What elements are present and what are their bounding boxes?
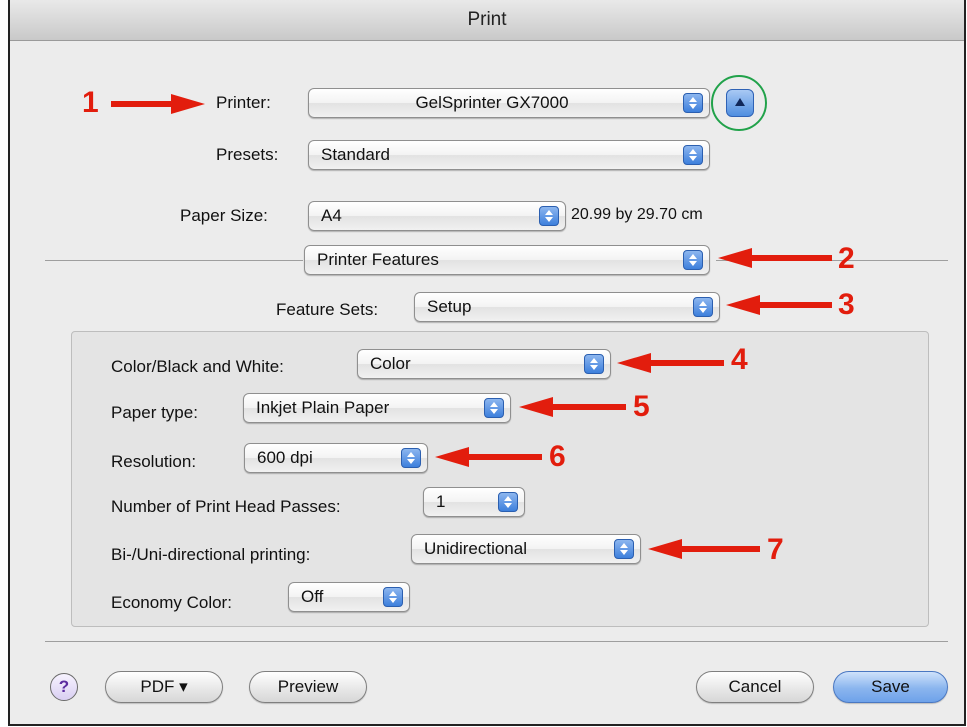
annotation-number-5: 5 — [633, 390, 650, 423]
annotation-number-3: 3 — [838, 288, 855, 321]
arrow-2-icon — [718, 248, 832, 268]
arrow-7-icon — [648, 539, 760, 559]
arrow-4-icon — [617, 353, 724, 373]
annotation-number-7: 7 — [767, 533, 784, 566]
annotation-number-4: 4 — [731, 343, 748, 376]
annotation-number-2: 2 — [838, 242, 855, 275]
annotation-number-1: 1 — [82, 86, 99, 119]
arrow-6-icon — [435, 447, 542, 467]
annotation-number-6: 6 — [549, 440, 566, 473]
arrow-1-icon — [111, 94, 205, 114]
annotation-arrows — [111, 94, 832, 559]
arrow-3-icon — [726, 295, 832, 315]
arrow-5-icon — [519, 397, 626, 417]
